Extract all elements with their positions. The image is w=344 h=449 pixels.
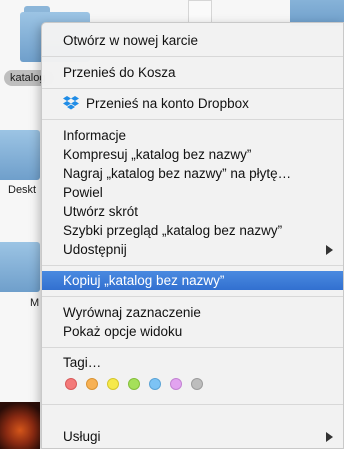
menu-separator — [42, 347, 343, 348]
menu-item-tags[interactable]: Tagi… — [42, 353, 343, 372]
menu-item-compress[interactable]: Kompresuj „katalog bez nazwy” — [42, 145, 343, 164]
menu-separator — [42, 404, 343, 405]
menu-item-share[interactable]: Udostępnij — [42, 240, 343, 259]
folder-icon[interactable] — [0, 236, 40, 292]
menu-separator — [42, 265, 343, 266]
tag-yellow-icon[interactable] — [107, 378, 119, 390]
tag-green-icon[interactable] — [128, 378, 140, 390]
menu-item-label: Udostępnij — [63, 242, 127, 257]
photo-thumbnail[interactable] — [0, 402, 40, 449]
menu-item-make-alias[interactable]: Utwórz skrót — [42, 202, 343, 221]
context-menu: Otwórz w nowej karcie Przenieś do Kosza … — [41, 22, 344, 449]
menu-item-move-to-dropbox[interactable]: Przenieś na konto Dropbox — [42, 94, 343, 113]
menu-item-show-view-options[interactable]: Pokaż opcje widoku — [42, 322, 343, 341]
menu-separator — [42, 119, 343, 120]
tag-red-icon[interactable] — [65, 378, 77, 390]
menu-item-quick-look[interactable]: Szybki przegląd „katalog bez nazwy” — [42, 221, 343, 240]
tag-gray-icon[interactable] — [191, 378, 203, 390]
menu-item-clean-up-selection[interactable]: Wyrównaj zaznaczenie — [42, 303, 343, 322]
folder-label-m: M — [30, 297, 40, 309]
menu-separator — [42, 88, 343, 89]
menu-item-burn-to-disc[interactable]: Nagraj „katalog bez nazwy” na płytę… — [42, 164, 343, 183]
menu-item-open-in-new-tab[interactable]: Otwórz w nowej karcie — [42, 31, 343, 50]
menu-item-move-to-trash[interactable]: Przenieś do Kosza — [42, 63, 343, 82]
tag-blue-icon[interactable] — [149, 378, 161, 390]
tag-purple-icon[interactable] — [170, 378, 182, 390]
menu-item-services[interactable]: Usługi — [42, 427, 343, 446]
menu-separator — [42, 296, 343, 297]
menu-item-info[interactable]: Informacje — [42, 126, 343, 145]
menu-item-label: Przenieś na konto Dropbox — [86, 96, 249, 111]
menu-item-copy[interactable]: Kopiuj „katalog bez nazwy” — [42, 271, 343, 290]
dropbox-icon — [63, 96, 79, 110]
menu-item-duplicate[interactable]: Powiel — [42, 183, 343, 202]
submenu-arrow-icon — [326, 245, 333, 255]
tag-orange-icon[interactable] — [86, 378, 98, 390]
menu-separator — [42, 56, 343, 57]
folder-icon[interactable] — [0, 124, 40, 180]
desktop-folder-label: Deskt — [8, 184, 37, 196]
menu-item-label: Usługi — [63, 429, 101, 444]
submenu-arrow-icon — [326, 432, 333, 442]
